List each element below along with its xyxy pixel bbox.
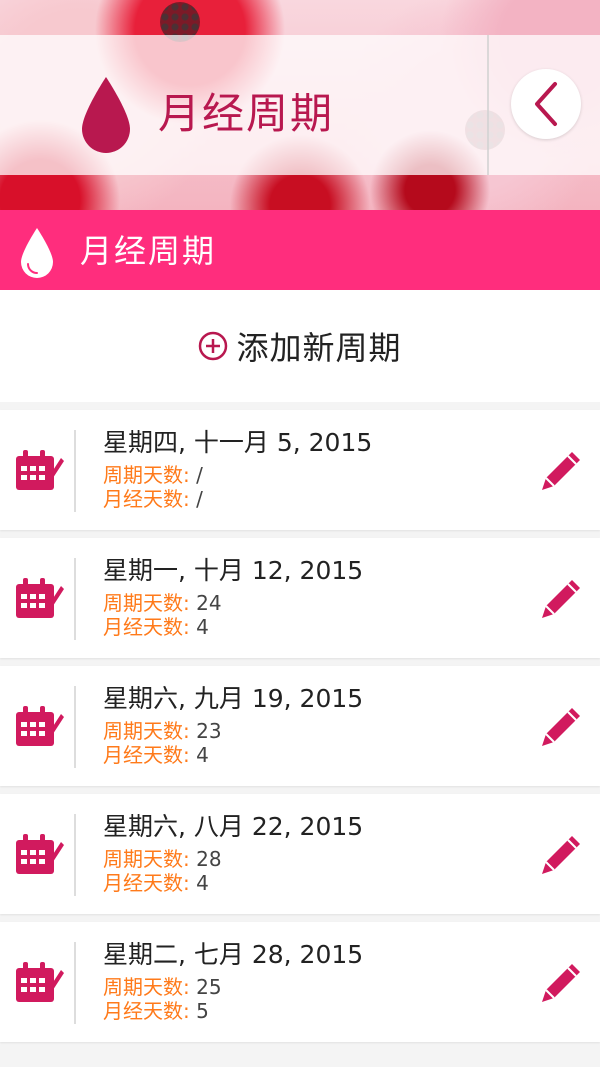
cycle-days-label: 周期天数: <box>103 847 197 871</box>
blood-drop-icon <box>82 77 130 153</box>
item-divider <box>74 430 76 512</box>
cycle-start-date: 星期四, 十一月 5, 2015 <box>103 428 373 457</box>
period-days-row: 月经天数: 4 <box>103 615 209 639</box>
cycle-days-label: 周期天数: <box>103 591 197 615</box>
cycle-list: 星期四, 十一月 5, 2015 周期天数: / 月经天数: / 星期一, 十月… <box>0 410 600 1050</box>
period-days-value: / <box>196 487 203 511</box>
cycle-days-row: 周期天数: 28 <box>103 847 222 871</box>
item-divider <box>74 686 76 768</box>
period-days-row: 月经天数: 5 <box>103 999 209 1023</box>
cycle-days-label: 周期天数: <box>103 463 197 487</box>
cycle-days-label: 周期天数: <box>103 719 197 743</box>
cycle-list-item[interactable]: 星期二, 七月 28, 2015 周期天数: 25 月经天数: 5 <box>0 922 600 1042</box>
edit-pencil-icon[interactable] <box>538 576 584 622</box>
back-button[interactable] <box>511 69 581 139</box>
cycle-list-item[interactable]: 星期一, 十月 12, 2015 周期天数: 24 月经天数: 4 <box>0 538 600 658</box>
cycle-days-value: 24 <box>196 591 222 615</box>
page-title: 月经周期 <box>158 89 335 138</box>
cycle-list-item[interactable]: 星期六, 八月 22, 2015 周期天数: 28 月经天数: 4 <box>0 794 600 914</box>
cycle-days-value: / <box>196 463 203 487</box>
calendar-icon <box>16 578 64 618</box>
cycle-list-item[interactable]: 星期四, 十一月 5, 2015 周期天数: / 月经天数: / <box>0 410 600 530</box>
cycle-list-item[interactable]: 星期六, 九月 19, 2015 周期天数: 23 月经天数: 4 <box>0 666 600 786</box>
period-days-label: 月经天数: <box>103 999 197 1023</box>
period-days-label: 月经天数: <box>103 743 197 767</box>
cycle-start-date: 星期一, 十月 12, 2015 <box>103 556 364 585</box>
period-days-value: 4 <box>196 871 209 895</box>
cycle-days-row: 周期天数: 24 <box>103 591 222 615</box>
blood-drop-icon <box>21 228 53 278</box>
period-days-value: 5 <box>196 999 209 1023</box>
edit-pencil-icon[interactable] <box>538 960 584 1006</box>
add-cycle-button[interactable]: 添加新周期 <box>0 290 600 402</box>
period-days-row: 月经天数: 4 <box>103 743 209 767</box>
cycle-days-value: 23 <box>196 719 222 743</box>
cycle-days-row: 周期天数: 25 <box>103 975 222 999</box>
floral-header-background: 月经周期 <box>0 0 600 210</box>
calendar-icon <box>16 706 64 746</box>
period-days-label: 月经天数: <box>103 615 197 639</box>
cycle-start-date: 星期二, 七月 28, 2015 <box>103 940 364 969</box>
title-bar: 月经周期 <box>0 35 600 175</box>
period-days-value: 4 <box>196 743 209 767</box>
section-header: 月经周期 <box>0 210 600 290</box>
plus-circle-icon <box>199 331 228 361</box>
edit-pencil-icon[interactable] <box>538 448 584 494</box>
calendar-icon <box>16 450 64 490</box>
cycle-start-date: 星期六, 九月 19, 2015 <box>103 684 364 713</box>
period-days-value: 4 <box>196 615 209 639</box>
cycle-days-label: 周期天数: <box>103 975 197 999</box>
chevron-left-icon <box>535 82 557 126</box>
period-days-row: 月经天数: 4 <box>103 871 209 895</box>
add-cycle-label: 添加新周期 <box>236 329 402 367</box>
cycle-days-row: 周期天数: / <box>103 463 203 487</box>
cycle-days-row: 周期天数: 23 <box>103 719 222 743</box>
period-days-label: 月经天数: <box>103 487 197 511</box>
period-days-row: 月经天数: / <box>103 487 203 511</box>
calendar-icon <box>16 962 64 1002</box>
cycle-start-date: 星期六, 八月 22, 2015 <box>103 812 364 841</box>
title-divider <box>487 35 489 175</box>
item-divider <box>74 814 76 896</box>
cycle-days-value: 25 <box>196 975 222 999</box>
cycle-days-value: 28 <box>196 847 222 871</box>
item-divider <box>74 942 76 1024</box>
item-divider <box>74 558 76 640</box>
section-title: 月经周期 <box>80 232 217 270</box>
edit-pencil-icon[interactable] <box>538 832 584 878</box>
period-days-label: 月经天数: <box>103 871 197 895</box>
edit-pencil-icon[interactable] <box>538 704 584 750</box>
calendar-icon <box>16 834 64 874</box>
